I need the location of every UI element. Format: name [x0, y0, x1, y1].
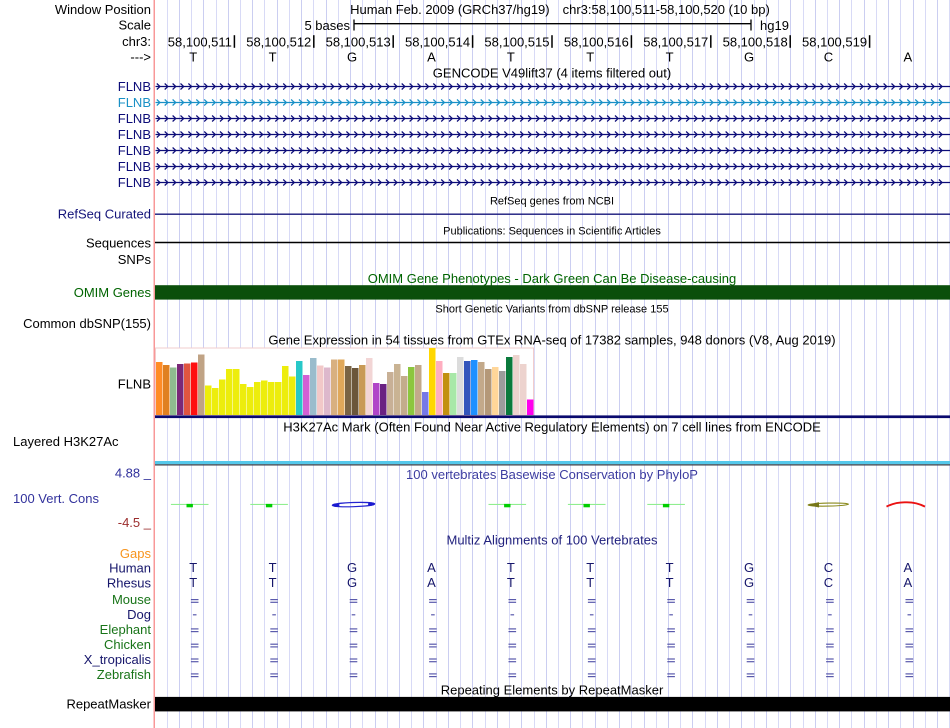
svg-text:--->: --->	[130, 50, 151, 65]
svg-text:5 bases: 5 bases	[304, 18, 350, 33]
svg-text:T: T	[586, 575, 594, 590]
svg-text:Human: Human	[109, 561, 151, 576]
svg-text:RefSeq genes from NCBI: RefSeq genes from NCBI	[490, 195, 614, 207]
svg-text:Gene Expression in 54 tissues: Gene Expression in 54 tissues from GTEx …	[268, 333, 835, 348]
svg-text:G: G	[744, 50, 754, 65]
svg-text:T: T	[269, 575, 277, 590]
svg-text:A: A	[427, 50, 436, 65]
svg-text:Scale: Scale	[118, 18, 151, 33]
svg-text:Sequences: Sequences	[86, 236, 152, 251]
svg-text:FLNB: FLNB	[118, 95, 151, 110]
svg-text:C: C	[824, 50, 833, 65]
svg-text:RefSeq Curated: RefSeq Curated	[58, 207, 151, 222]
svg-text:Zebrafish: Zebrafish	[97, 667, 151, 682]
svg-text:58,100,511: 58,100,511	[168, 34, 232, 49]
svg-text:C: C	[824, 575, 833, 590]
svg-text:FLNB: FLNB	[118, 159, 151, 174]
svg-text:RepeatMasker: RepeatMasker	[66, 697, 151, 712]
svg-text:Mouse: Mouse	[112, 592, 151, 607]
svg-text:G: G	[347, 50, 357, 65]
svg-text:FLNB: FLNB	[118, 127, 151, 142]
svg-text:58,100,513: 58,100,513	[326, 34, 391, 49]
svg-text:T: T	[666, 50, 674, 65]
svg-text:T: T	[507, 50, 515, 65]
svg-text:T: T	[586, 50, 594, 65]
svg-text:Dog: Dog	[127, 607, 151, 622]
svg-text:Rhesus: Rhesus	[107, 576, 152, 591]
svg-text:Window Position: Window Position	[55, 2, 151, 17]
svg-text:58,100,517: 58,100,517	[643, 34, 708, 49]
svg-text:T: T	[189, 50, 197, 65]
svg-text:G: G	[347, 575, 357, 590]
svg-text:4.88 _: 4.88 _	[115, 466, 152, 481]
svg-text:GENCODE V49lift37 (4 items fil: GENCODE V49lift37 (4 items filtered out)	[433, 66, 671, 81]
svg-text:T: T	[189, 560, 197, 575]
svg-text:Elephant: Elephant	[100, 622, 152, 637]
svg-text:-4.5 _: -4.5 _	[118, 515, 152, 530]
svg-text:OMIM Gene Phenotypes - Dark Gr: OMIM Gene Phenotypes - Dark Green Can Be…	[368, 271, 737, 286]
svg-text:FLNB: FLNB	[118, 143, 151, 158]
svg-text:FLNB: FLNB	[118, 377, 151, 392]
svg-text:A: A	[427, 560, 436, 575]
svg-text:chr3:: chr3:	[122, 34, 151, 49]
svg-text:Layered H3K27Ac: Layered H3K27Ac	[13, 434, 119, 449]
svg-text:100 Vert. Cons: 100 Vert. Cons	[13, 491, 99, 506]
svg-text:FLNB: FLNB	[118, 79, 151, 94]
svg-text:T: T	[189, 575, 197, 590]
svg-text:G: G	[744, 560, 754, 575]
svg-text:A: A	[903, 50, 912, 65]
svg-text:58,100,512: 58,100,512	[246, 34, 311, 49]
svg-text:T: T	[269, 560, 277, 575]
svg-text:G: G	[347, 560, 357, 575]
svg-text:Common dbSNP(155): Common dbSNP(155)	[23, 316, 151, 331]
svg-text:58,100,516: 58,100,516	[564, 34, 629, 49]
svg-text:A: A	[427, 575, 436, 590]
svg-text:SNPs: SNPs	[118, 252, 152, 267]
svg-text:T: T	[666, 560, 674, 575]
svg-text:FLNB: FLNB	[118, 111, 151, 126]
svg-text:T: T	[507, 575, 515, 590]
svg-text:T: T	[269, 50, 277, 65]
svg-text:58,100,515: 58,100,515	[484, 34, 549, 49]
svg-text:Multiz Alignments of 100 Verte: Multiz Alignments of 100 Vertebrates	[446, 533, 658, 548]
svg-text:H3K27Ac Mark (Often Found Near: H3K27Ac Mark (Often Found Near Active Re…	[283, 420, 821, 435]
svg-text:58,100,514: 58,100,514	[405, 34, 470, 49]
svg-text:T: T	[507, 560, 515, 575]
svg-text:A: A	[903, 575, 912, 590]
svg-text:hg19: hg19	[760, 18, 789, 33]
svg-text:Chicken: Chicken	[104, 637, 151, 652]
svg-text:100 vertebrates Basewise Conse: 100 vertebrates Basewise Conservation by…	[406, 467, 698, 482]
svg-text:Publications: Sequences in Sci: Publications: Sequences in Scientific Ar…	[443, 225, 661, 237]
svg-text:58,100,519: 58,100,519	[802, 34, 867, 49]
svg-text:T: T	[586, 560, 594, 575]
svg-text:OMIM Genes: OMIM Genes	[74, 285, 152, 300]
svg-text:Gaps: Gaps	[120, 546, 152, 561]
svg-text:A: A	[903, 560, 912, 575]
svg-text:X_tropicalis: X_tropicalis	[84, 652, 152, 667]
svg-text:Human Feb. 2009 (GRCh37/hg19): Human Feb. 2009 (GRCh37/hg19) chr3:58,10…	[350, 2, 770, 17]
svg-text:T: T	[666, 575, 674, 590]
svg-text:G: G	[744, 575, 754, 590]
svg-text:Repeating Elements by RepeatMa: Repeating Elements by RepeatMasker	[441, 683, 664, 698]
svg-text:Short Genetic Variants from db: Short Genetic Variants from dbSNP releas…	[435, 303, 668, 315]
svg-text:C: C	[824, 560, 833, 575]
svg-text:58,100,518: 58,100,518	[723, 34, 788, 49]
svg-text:FLNB: FLNB	[118, 175, 151, 190]
